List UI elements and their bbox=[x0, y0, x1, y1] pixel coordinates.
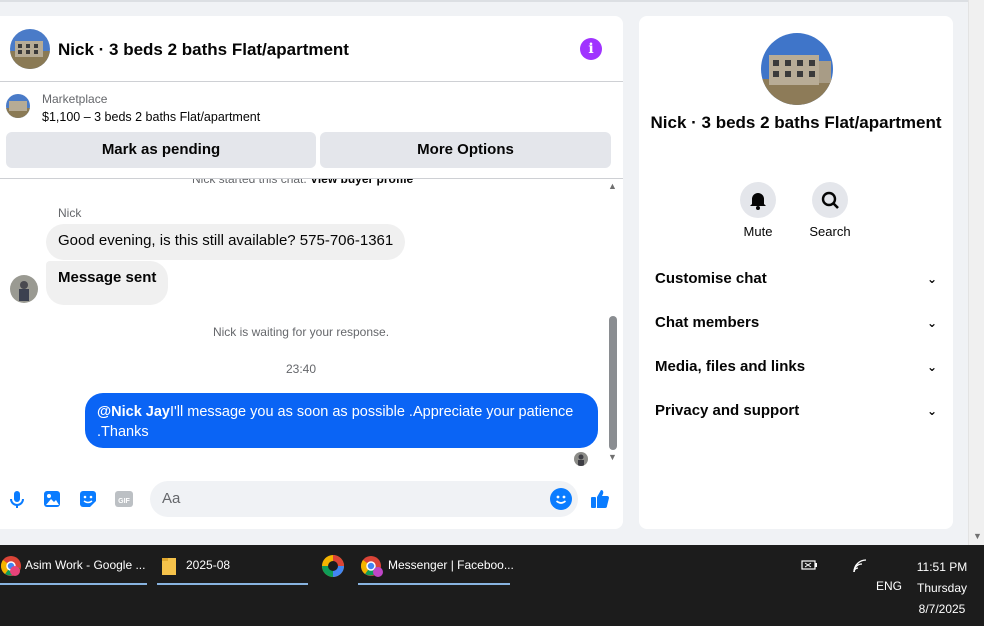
menu-label: Media, files and links bbox=[655, 358, 806, 375]
menu-label: Customise chat bbox=[655, 270, 767, 287]
menu-privacy-support[interactable]: Privacy and support ⌄ bbox=[655, 391, 937, 431]
search-label: Search bbox=[809, 224, 851, 239]
view-buyer-profile-link[interactable]: View buyer profile bbox=[310, 179, 413, 186]
gif-icon[interactable]: GIF bbox=[113, 488, 135, 510]
chat-title[interactable]: Nick · 3 beds 2 baths Flat/apartment bbox=[58, 40, 349, 60]
taskbar-item-messenger[interactable]: Messenger | Faceboo... bbox=[358, 545, 514, 585]
mute-label: Mute bbox=[743, 224, 773, 239]
menu-label: Chat members bbox=[655, 314, 760, 331]
menu-label: Privacy and support bbox=[655, 402, 800, 419]
folder-icon bbox=[162, 558, 176, 575]
bell-icon[interactable] bbox=[740, 182, 776, 218]
mention[interactable]: @Nick Jay bbox=[97, 404, 170, 420]
seen-avatar bbox=[574, 452, 588, 466]
incoming-message[interactable]: Good evening, is this still available? 5… bbox=[46, 224, 406, 260]
outgoing-message[interactable]: @Nick JayI'll message you as soon as pos… bbox=[85, 393, 598, 448]
taskbar-label: 2025-08 bbox=[186, 558, 231, 572]
listing-price[interactable]: $1,100 – 3 beds 2 baths Flat/apartment bbox=[42, 110, 260, 124]
active-indicator bbox=[358, 583, 510, 585]
taskbar-item-photos[interactable] bbox=[320, 545, 346, 585]
active-indicator bbox=[0, 583, 147, 585]
scroll-thumb[interactable] bbox=[609, 316, 617, 450]
sender-name: Nick bbox=[58, 206, 82, 220]
taskbar-label: Messenger | Faceboo... bbox=[388, 558, 514, 572]
scroll-up-arrow-icon[interactable]: ▲ bbox=[608, 181, 617, 191]
thumbs-up-icon[interactable] bbox=[589, 488, 611, 510]
scroll-down-arrow-icon[interactable]: ▼ bbox=[973, 531, 982, 541]
mute-button[interactable]: Mute bbox=[728, 182, 788, 239]
chevron-down-icon: ⌄ bbox=[926, 404, 937, 418]
chevron-down-icon: ⌄ bbox=[926, 272, 937, 286]
sticker-icon[interactable] bbox=[77, 488, 99, 510]
chat-started-notice: Nick started this chat. View buyer profi… bbox=[192, 178, 413, 186]
message-timestamp: 23:40 bbox=[285, 362, 317, 376]
chat-panel: Nick · 3 beds 2 baths Flat/apartment i M… bbox=[0, 16, 623, 529]
system-clock[interactable]: 11:51 PM Thursday 8/7/2025 bbox=[906, 557, 978, 620]
menu-customise-chat[interactable]: Customise chat ⌄ bbox=[655, 259, 937, 299]
info-icon[interactable]: i bbox=[580, 38, 602, 60]
conversation-details-panel: Nick · 3 beds 2 baths Flat/apartment Mut… bbox=[639, 16, 953, 529]
message-scrollbar[interactable]: ▲ ▼ bbox=[606, 178, 620, 470]
search-button[interactable]: Search bbox=[800, 182, 860, 239]
taskbar-label: Asim Work - Google ... bbox=[25, 558, 146, 572]
sender-avatar[interactable] bbox=[10, 275, 38, 303]
listing-thumbnail[interactable] bbox=[6, 94, 30, 118]
emoji-icon[interactable] bbox=[550, 488, 572, 510]
taskbar: Asim Work - Google ... 2025-08 Messenger… bbox=[0, 545, 984, 626]
clock-time: 11:51 PM bbox=[916, 560, 968, 574]
message-list[interactable]: Nick started this chat. View buyer profi… bbox=[0, 178, 623, 470]
chevron-down-icon: ⌄ bbox=[926, 316, 937, 330]
more-options-button[interactable]: More Options bbox=[320, 132, 611, 168]
message-input[interactable]: Aa bbox=[150, 481, 578, 517]
clock-day: Thursday bbox=[916, 581, 968, 595]
language-indicator[interactable]: ENG bbox=[876, 579, 902, 593]
contact-avatar[interactable] bbox=[10, 29, 50, 69]
taskbar-item-chrome-work[interactable]: Asim Work - Google ... bbox=[0, 545, 147, 585]
chrome-icon bbox=[1, 556, 21, 576]
image-icon[interactable] bbox=[41, 488, 63, 510]
microphone-icon[interactable] bbox=[6, 488, 28, 510]
side-panel-title: Nick · 3 beds 2 baths Flat/apartment bbox=[650, 113, 942, 132]
menu-media-files-links[interactable]: Media, files and links ⌄ bbox=[655, 347, 937, 387]
mark-as-pending-button[interactable]: Mark as pending bbox=[6, 132, 316, 168]
active-indicator bbox=[157, 583, 308, 585]
scroll-down-arrow-icon[interactable]: ▼ bbox=[608, 452, 617, 462]
search-icon[interactable] bbox=[812, 182, 848, 218]
photos-icon bbox=[322, 555, 344, 577]
chevron-down-icon: ⌄ bbox=[926, 360, 937, 374]
page-scrollbar[interactable]: ▼ bbox=[968, 0, 984, 545]
wifi-icon[interactable] bbox=[852, 558, 868, 574]
waiting-notice: Nick is waiting for your response. bbox=[212, 325, 390, 339]
menu-chat-members[interactable]: Chat members ⌄ bbox=[655, 303, 937, 343]
top-divider bbox=[0, 0, 968, 2]
network-icon[interactable] bbox=[801, 559, 819, 571]
marketplace-banner: Marketplace $1,100 – 3 beds 2 baths Flat… bbox=[0, 82, 623, 178]
taskbar-item-folder[interactable]: 2025-08 bbox=[157, 545, 308, 585]
contact-avatar-large[interactable] bbox=[761, 33, 833, 105]
incoming-message[interactable]: Message sent bbox=[46, 261, 169, 305]
svg-text:GIF: GIF bbox=[118, 498, 130, 505]
chat-header: Nick · 3 beds 2 baths Flat/apartment i bbox=[0, 16, 623, 82]
composer: GIF Aa bbox=[0, 478, 623, 522]
marketplace-label: Marketplace bbox=[42, 92, 108, 106]
chat-started-text: Nick started this chat. bbox=[192, 178, 307, 186]
chrome-icon bbox=[361, 556, 383, 577]
clock-date: 8/7/2025 bbox=[918, 602, 966, 616]
